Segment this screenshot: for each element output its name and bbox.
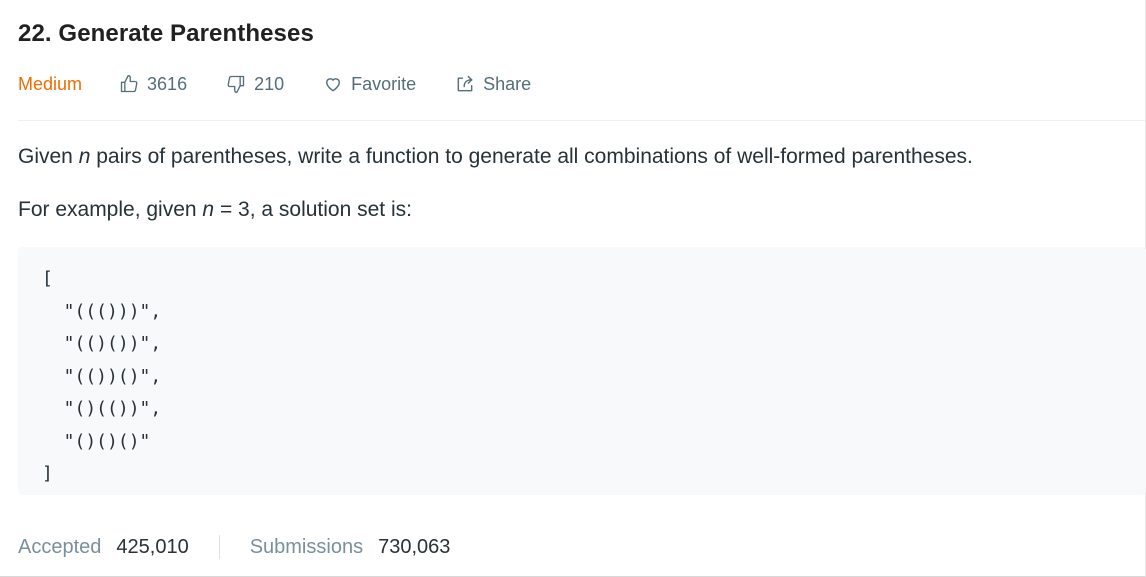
problem-title: 22. Generate Parentheses xyxy=(18,20,314,47)
description-text: pairs of parentheses, write a function t… xyxy=(90,145,973,168)
difficulty-badge: Medium xyxy=(18,73,83,94)
submissions-label: Submissions xyxy=(249,535,364,558)
code-line: ] xyxy=(42,463,53,484)
description-paragraph-2: For example, given n = 3, a solution set… xyxy=(18,198,412,222)
share-button[interactable]: Share xyxy=(454,73,531,95)
submissions-value: 730,063 xyxy=(378,535,451,558)
stats-divider xyxy=(218,535,220,559)
submission-stats: Accepted 425,010 Submissions 730,063 xyxy=(18,533,450,561)
code-line: "()()()" xyxy=(42,430,151,452)
problem-meta-row: Medium 3616 210 Favorite Share xyxy=(18,70,569,98)
code-line: "()(())", xyxy=(42,398,162,419)
accepted-label: Accepted xyxy=(18,535,102,558)
share-label: Share xyxy=(483,73,532,94)
like-button[interactable]: 3616 xyxy=(118,73,187,95)
code-line: "(()())", xyxy=(42,333,162,354)
variable-n: n xyxy=(202,198,215,221)
problem-page: 22. Generate Parentheses Medium 3616 210 xyxy=(0,0,1146,577)
description-text: For example, given xyxy=(18,198,203,221)
thumbs-up-icon xyxy=(118,73,140,95)
favorite-label: Favorite xyxy=(351,73,417,94)
favorite-button[interactable]: Favorite xyxy=(322,73,416,95)
code-line: [ xyxy=(42,268,53,289)
share-icon xyxy=(454,73,476,95)
header-divider xyxy=(18,120,1145,121)
description-text: Given xyxy=(18,145,79,168)
thumbs-down-icon xyxy=(225,73,247,95)
accepted-value: 425,010 xyxy=(116,535,189,558)
code-line: "((()))", xyxy=(42,300,162,322)
variable-n: n xyxy=(78,145,91,168)
heart-icon xyxy=(322,73,344,95)
dislike-count: 210 xyxy=(254,73,285,94)
code-line: "(())()", xyxy=(42,365,162,387)
dislike-button[interactable]: 210 xyxy=(225,73,284,95)
description-text: = 3, a solution set is: xyxy=(214,198,412,221)
description-paragraph-1: Given n pairs of parentheses, write a fu… xyxy=(18,145,973,169)
example-code-block: [ "((()))", "(()())", "(())()", "()(())"… xyxy=(18,247,1146,495)
like-count: 3616 xyxy=(147,73,188,94)
